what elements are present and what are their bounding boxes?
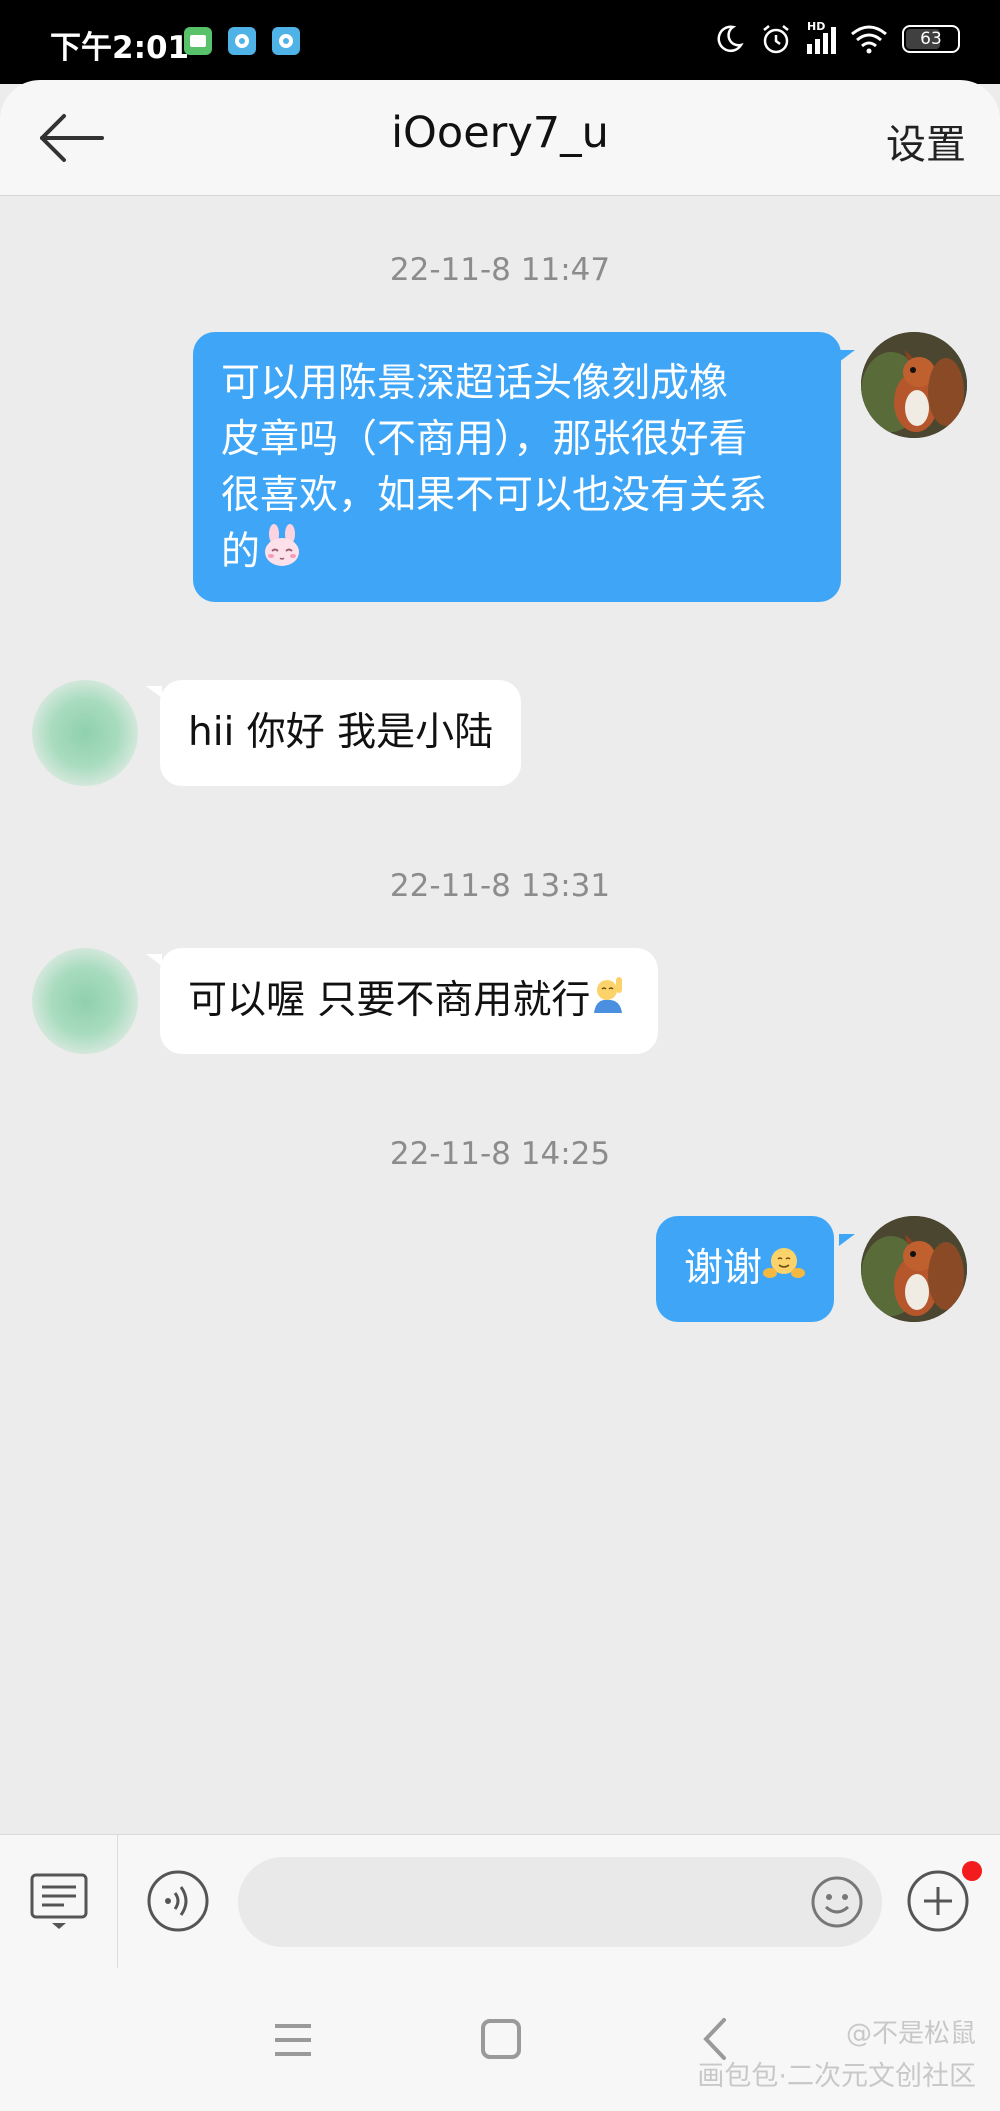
wifi-icon [851,25,887,54]
emoji-button[interactable] [810,1875,864,1933]
outgoing-message-bubble[interactable]: 可以用陈景深超话头像刻成橡 皮章吗（不商用），那张很好看 很喜欢，如果不可以也没… [193,332,841,602]
smiley-icon [811,1876,863,1928]
message-input[interactable] [238,1857,882,1947]
incoming-message-bubble[interactable]: hii 你好 我是小陆 [160,680,522,786]
status-time: 下午2:01 [50,30,190,66]
signal-icon: HD [807,20,836,54]
square-home-icon [481,2019,521,2059]
notification-icons [184,27,300,55]
browser-app-icon [228,27,256,55]
bubble-tail [839,1234,855,1246]
watermark-author: @不是松鼠 [845,2019,976,2049]
alarm-icon [763,25,789,54]
notification-dot [962,1861,982,1881]
voice-icon [147,1870,209,1932]
keyboard-menu-icon [30,1873,88,1929]
person-raising-hand-emoji-icon [590,950,630,1056]
recent-apps-button[interactable] [272,2020,314,2064]
moon-icon [717,25,744,52]
message-line: 的 [221,529,261,575]
bubble-tail [839,350,855,362]
message-timestamp: 22-11-8 14:25 [389,1136,611,1172]
menu-lines-icon [275,2024,311,2056]
my-avatar[interactable] [861,1216,967,1322]
watermark-site: 画包包·二次元文创社区 [697,2061,976,2092]
outgoing-message-bubble[interactable]: 谢谢 [656,1216,835,1324]
plus-circle-icon [907,1870,969,1932]
bunny-face-emoji-icon [260,524,304,584]
more-actions-button[interactable] [906,1861,982,1939]
contact-avatar[interactable] [32,948,138,1054]
message-timestamp: 22-11-8 13:31 [389,868,611,904]
status-right-group: HD 63 [713,20,960,56]
settings-button[interactable]: 设置 [886,112,966,170]
incoming-message-bubble[interactable]: 可以喔 只要不商用就行 [160,948,659,1056]
message-text: hii 你好 我是小陆 [188,710,494,755]
message-line: 可以用陈景深超话头像刻成橡 [221,361,729,406]
text-mode-button[interactable] [28,1871,90,1937]
browser-app-icon-2 [272,27,300,55]
home-button[interactable] [480,2018,522,2064]
hd-label: HD [807,20,826,33]
message-timestamp: 22-11-8 11:47 [389,252,611,288]
hugging-face-emoji-icon [762,1218,806,1324]
message-text: 可以喔 只要不商用就行 [188,978,591,1023]
voice-button[interactable] [146,1869,210,1937]
contact-avatar[interactable] [32,680,138,786]
chat-title: iOoery7_u [391,108,609,158]
input-bar [0,1834,1000,1969]
message-app-icon [184,27,212,55]
my-avatar[interactable] [861,332,967,438]
divider [117,1835,118,1969]
message-text: 谢谢 [684,1246,763,1291]
battery-level: 63 [920,29,942,49]
message-line: 很喜欢，如果不可以也没有关系 [221,473,768,518]
chat-header: iOoery7_u 设置 [0,80,1000,196]
status-bar: 下午2:01 HD 63 [0,0,1000,84]
message-line: 皮章吗（不商用），那张很好看 [221,417,748,462]
battery-indicator: 63 [902,25,960,53]
